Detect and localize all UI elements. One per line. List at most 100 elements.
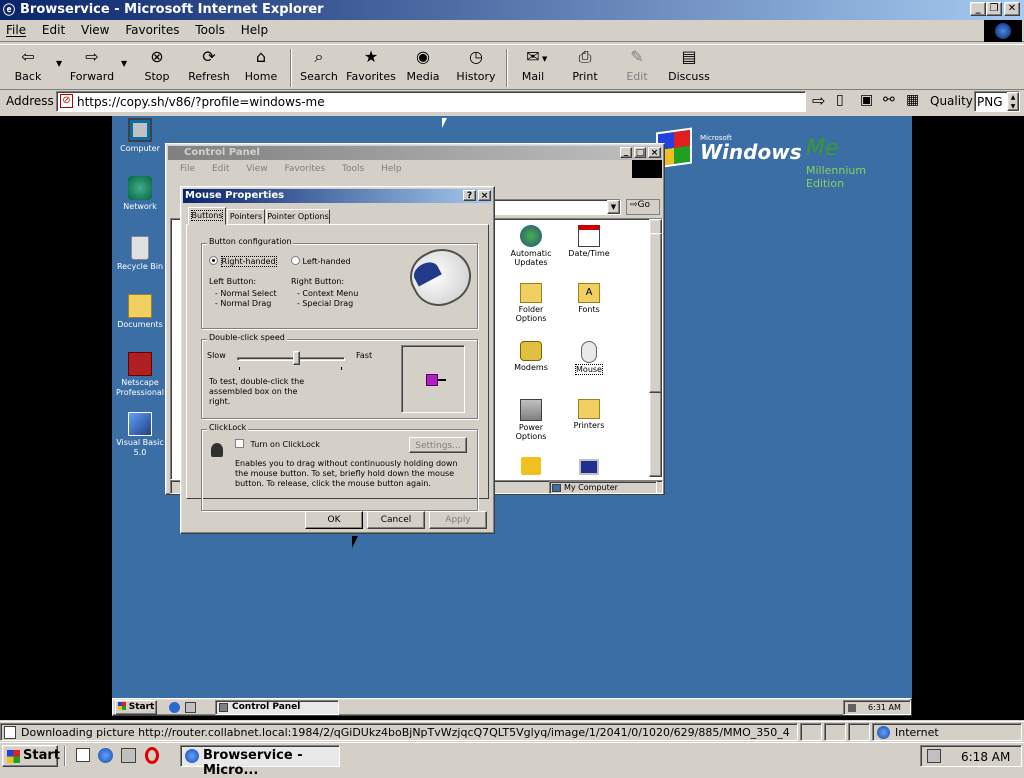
cp-item-folder-options[interactable]: Folder Options [506,283,556,323]
help-button[interactable]: ? [463,190,476,201]
search-button[interactable]: ⌕ Search [300,47,338,89]
desktop-icon-computer[interactable]: Computer [112,118,170,154]
menu-file[interactable]: File [0,20,32,37]
picture-icon[interactable]: ▣ [860,92,873,108]
clipboard-icon[interactable]: ▦ [906,92,919,108]
double-click-test-area[interactable] [401,345,465,413]
go-arrow-icon[interactable]: ⇨ [812,91,825,110]
forward-dropdown-icon[interactable]: ▼ [121,59,127,68]
start-button[interactable]: Start [2,745,60,767]
tab-pointers[interactable]: Pointers [227,209,265,224]
cp-item-automatic-updates[interactable]: Automatic Updates [506,225,556,267]
desktop-icon-visual-basic[interactable]: Visual Basic 5.0 [112,412,170,458]
menu-edit[interactable]: Edit [36,20,71,37]
bookmark-icon[interactable]: ▯ [836,92,844,108]
emulator-desktop[interactable]: Computer Network Recycle Bin Documents N… [112,116,912,716]
edit-button[interactable]: ✎ Edit [618,47,656,89]
cp-menu-file[interactable]: File [180,164,195,174]
mail-button[interactable]: ✉ Mail [514,47,552,89]
menu-view[interactable]: View [75,20,115,37]
discuss-button[interactable]: ▤ Discuss [668,47,710,89]
quality-spinner[interactable]: ▲ ▼ [1007,92,1019,111]
address-input[interactable]: ⊘ https://copy.sh/v86/?profile=windows-m… [56,91,806,112]
toolbar-separator [290,49,292,87]
quick-launch-ie-icon[interactable] [169,702,180,713]
forward-button[interactable]: ⇨ Forward [68,47,116,89]
quick-launch-edit-icon[interactable] [76,748,90,762]
quick-launch-network-icon[interactable] [121,748,136,763]
cp-address-combo[interactable]: ▼ [486,199,621,215]
mail-dropdown-icon[interactable]: ▼ [542,55,547,63]
taskbar-task-browservice[interactable]: Browservice - Micro... [180,745,340,778]
tray-icon[interactable] [848,704,856,712]
cp-menu-tools[interactable]: Tools [342,164,364,174]
desktop-icon-recycle-bin[interactable]: Recycle Bin [112,236,170,272]
volume-tray-icon[interactable] [927,749,941,763]
cp-minimize-button[interactable]: _ [620,147,632,158]
cp-menu-edit[interactable]: Edit [212,164,229,174]
desktop-icon-netscape[interactable]: Netscape Professional [112,352,170,398]
cp-menu-favorites[interactable]: Favorites [284,164,325,174]
cp-address-dropdown[interactable]: ▼ [607,200,620,214]
refresh-button[interactable]: ⟳ Refresh [186,47,232,89]
quick-launch-desktop-icon[interactable] [185,702,196,713]
cp-close-button[interactable]: × [648,147,661,158]
home-button[interactable]: ⌂ Home [242,47,280,89]
cp-maximize-button[interactable]: □ [634,147,646,158]
tab-buttons[interactable]: Buttons [188,207,226,225]
cancel-button[interactable]: Cancel [367,511,425,529]
windows-me-logo: Microsoft Windows Me Millennium Edition [656,127,906,190]
menu-tools[interactable]: Tools [189,20,231,37]
control-panel-title-bar: Control Panel _ □ × [168,146,662,160]
quick-launch-opera-icon[interactable] [145,747,159,764]
cp-item-power-options[interactable]: Power Options [506,399,556,441]
cp-item-modems[interactable]: Modems [506,341,556,372]
media-button[interactable]: ◉ Media [404,47,442,89]
clicklock-checkbox[interactable]: Turn on ClickLock [235,439,320,449]
dialog-close-button[interactable]: × [478,190,491,201]
back-dropdown-icon[interactable]: ▼ [56,59,62,68]
left-handed-radio[interactable]: Left-handed [291,256,351,266]
menu-help[interactable]: Help [235,20,274,37]
ok-button[interactable]: OK [305,511,363,529]
guest-start-button[interactable]: Start [115,700,157,715]
cp-scroll-thumb[interactable] [649,233,662,393]
clicklock-description: Enables you to drag without continuously… [235,459,458,488]
guest-task-control-panel[interactable]: Control Panel [215,700,339,715]
standard-toolbar: ⇦ Back ▼ ⇨ Forward ▼ ⊗ Stop ⟳ Refresh ⌂ Home … [0,44,1024,90]
desktop-icon-documents[interactable]: Documents [112,294,170,330]
cp-menu-view[interactable]: View [246,164,267,174]
menu-favorites[interactable]: Favorites [119,20,185,37]
history-button[interactable]: ◷ History [454,47,498,89]
favorites-button[interactable]: ★ Favorites [346,47,396,89]
cp-item-printers[interactable]: Printers [564,399,614,430]
quality-select[interactable]: PNG ▲ ▼ [974,91,1020,112]
mouse-properties-dialog[interactable]: Mouse Properties ? × Buttons Pointers Po… [180,186,495,534]
quality-label: Quality [930,94,973,108]
maximize-button[interactable]: ❐ [986,2,1002,16]
clicklock-settings-button[interactable]: Settings... [409,437,467,453]
back-button[interactable]: ⇦ Back [8,47,48,89]
minimize-button[interactable]: _ [970,2,986,16]
back-arrow-icon: ⇦ [21,47,35,66]
tab-pointer-options[interactable]: Pointer Options [266,209,330,224]
security-zone-panel: Internet [872,723,1022,741]
binoculars-icon[interactable]: ⚯ [883,92,895,108]
logo-edition-text: Millennium Edition [806,164,867,190]
checkbox-empty-icon [235,439,244,448]
right-handed-radio[interactable]: Right-handed [209,256,277,267]
desktop-icon-network[interactable]: Network [112,176,170,212]
quick-launch-ie-icon[interactable] [98,748,113,763]
print-button[interactable]: ⎙ Print [566,47,604,89]
close-button[interactable]: ✕ [1004,2,1020,16]
cp-menu-help[interactable]: Help [381,164,402,174]
cp-item-mouse[interactable]: Mouse [564,341,614,375]
cp-go-button[interactable]: ⇨Go [626,199,660,215]
apply-button[interactable]: Apply [429,511,487,529]
slider-thumb[interactable] [293,351,300,365]
stop-button[interactable]: ⊗ Stop [138,47,176,89]
cp-item-date-time[interactable]: Date/Time [564,225,614,258]
cp-item-fonts[interactable]: A Fonts [564,283,614,314]
double-click-speed-slider[interactable] [237,351,345,371]
guest-clock: 6:31 AM [868,703,901,712]
